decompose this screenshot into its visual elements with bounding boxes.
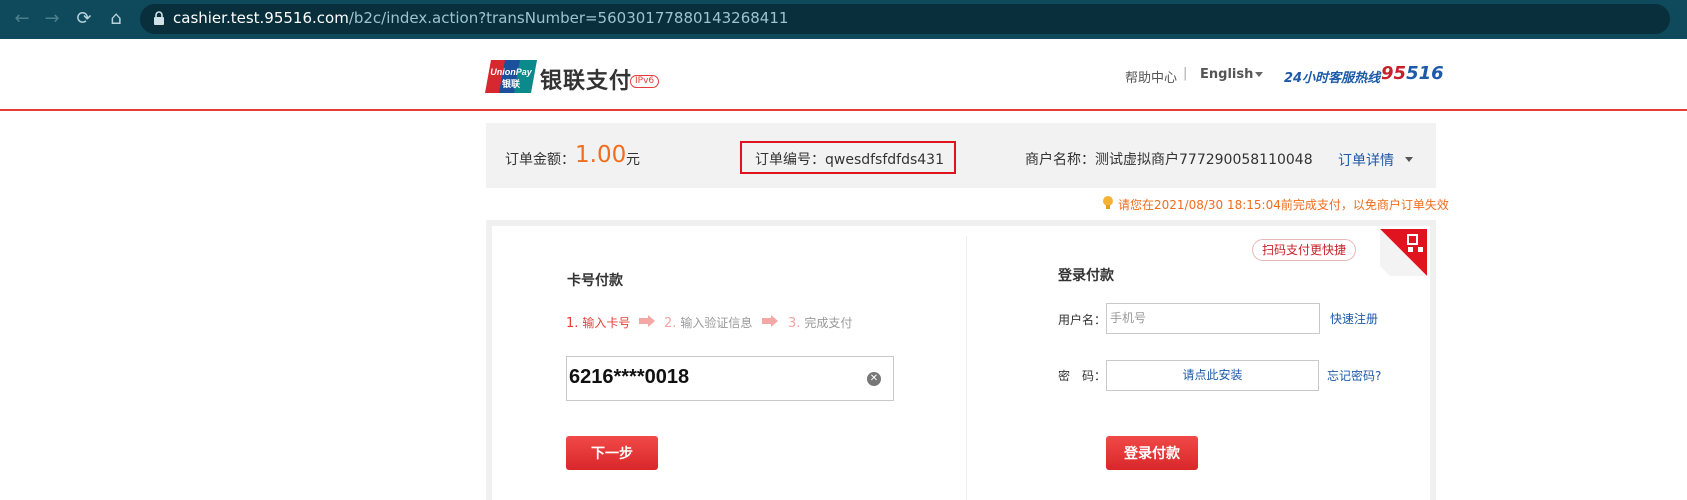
username-label: 用户名：: [1058, 313, 1107, 327]
step-2: 2. 输入验证信息: [664, 316, 753, 331]
help-center-link[interactable]: 帮助中心: [1125, 67, 1177, 86]
url-text[interactable]: cashier.test.95516.com/b2c/index.action?…: [173, 9, 788, 27]
quick-register-link[interactable]: 快速注册: [1330, 310, 1378, 327]
hotline-label: 24小时客服热线: [1284, 71, 1381, 86]
merchant-name: 商户名称：测试虚拟商户777290058110048: [1025, 152, 1313, 168]
qr-code-icon[interactable]: [1380, 229, 1427, 276]
phone-input[interactable]: 手机号: [1106, 303, 1320, 334]
payment-deadline-notice: 请您在2021/08/30 18:15:04前完成支付，以免商户订单失效: [1118, 198, 1449, 212]
step-3: 3. 完成支付: [788, 316, 853, 331]
arrow-right-icon: [762, 315, 778, 327]
panel-divider: [966, 236, 967, 500]
lightbulb-icon: [1103, 196, 1113, 209]
brand-title: 银联支付: [540, 69, 633, 94]
order-amount-label: 订单金额：: [505, 152, 575, 168]
forgot-password-link[interactable]: 忘记密码?: [1327, 367, 1381, 384]
password-install-field[interactable]: 请点此安装: [1106, 360, 1319, 391]
login-pay-title: 登录付款: [1058, 268, 1114, 284]
header-divider: [0, 109, 1687, 111]
svg-text:银联: 银联: [502, 78, 521, 90]
card-number-value: 6216****0018: [569, 366, 690, 388]
url-path: /b2c/index.action?transNumber=5603017788…: [348, 9, 789, 27]
order-currency: 元: [626, 152, 640, 168]
step-1: 1. 输入卡号: [566, 316, 631, 331]
arrow-right-icon: [639, 315, 655, 327]
lock-icon: [154, 11, 164, 25]
order-amount: 1.00: [575, 142, 627, 168]
reload-icon[interactable]: ⟳: [73, 8, 95, 30]
arrow-right-icon[interactable]: →: [41, 8, 63, 30]
order-number: 订单编号：qwesdfsfdfds431: [755, 152, 944, 168]
unionpay-logo[interactable]: UnionPay 银联: [485, 60, 537, 93]
scan-pay-promo[interactable]: 扫码支付更快捷: [1252, 239, 1356, 261]
clear-icon[interactable]: ✕: [867, 372, 881, 386]
login-pay-button[interactable]: 登录付款: [1106, 436, 1198, 470]
chevron-down-icon[interactable]: [1255, 72, 1263, 77]
password-label: 密 码：: [1058, 369, 1107, 383]
header-separator: |: [1183, 66, 1188, 81]
svg-text:UnionPay: UnionPay: [490, 67, 533, 77]
hotline-number: 95516: [1381, 63, 1444, 84]
card-pay-title: 卡号付款: [567, 273, 623, 289]
url-host: cashier.test.95516.com: [173, 9, 349, 27]
next-step-button[interactable]: 下一步: [566, 436, 658, 470]
language-selector[interactable]: English: [1200, 67, 1253, 82]
order-detail-link[interactable]: 订单详情: [1338, 150, 1394, 170]
home-icon[interactable]: ⌂: [105, 8, 127, 30]
chevron-down-icon[interactable]: [1405, 157, 1413, 162]
ipv6-badge: IPv6: [630, 75, 660, 88]
arrow-left-icon[interactable]: ←: [11, 8, 33, 30]
